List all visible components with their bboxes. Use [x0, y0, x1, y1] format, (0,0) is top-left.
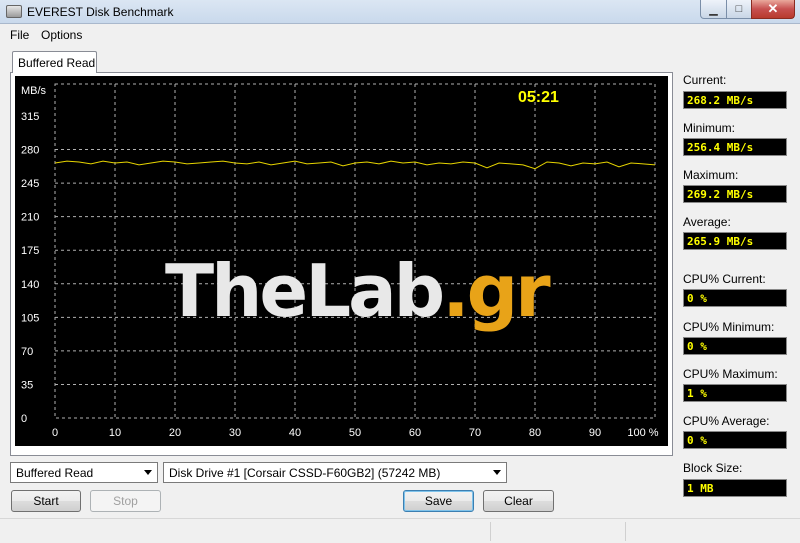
test-type-select[interactable]: Buffered Read — [10, 462, 158, 483]
minimize-button[interactable]: ▁ — [700, 0, 727, 19]
maximum-label: Maximum: — [683, 168, 739, 182]
y-tick-label: 105 — [21, 312, 39, 324]
y-tick-label: 210 — [21, 212, 39, 224]
y-tick-label: 70 — [21, 346, 33, 358]
x-tick-label: 60 — [409, 427, 421, 439]
x-tick-label: 50 — [349, 427, 361, 439]
cpu-average-label: CPU% Average: — [683, 414, 770, 428]
minimum-label: Minimum: — [683, 121, 736, 135]
current-value: 268.2 MB/s — [683, 91, 787, 109]
x-tick-label: 90 — [589, 427, 601, 439]
maximize-button[interactable]: □ — [726, 0, 752, 19]
average-label: Average: — [683, 215, 731, 229]
chart-svg: 0 10 20 30 40 50 60 70 80 90 100 % 315 280 245 210 175 1… — [21, 83, 659, 439]
menu-options[interactable]: Options — [41, 28, 82, 42]
y-tick-label: 35 — [21, 379, 33, 391]
x-tick-label: 0 — [52, 427, 58, 439]
stop-button[interactable]: Stop — [90, 490, 161, 512]
block-size-label: Block Size: — [683, 461, 743, 475]
status-separator — [625, 522, 626, 541]
tab-buffered-read[interactable]: Buffered Read — [12, 51, 97, 73]
start-button[interactable]: Start — [11, 490, 81, 512]
unit-label: MB/s — [21, 85, 47, 97]
x-tick-label: 20 — [169, 427, 181, 439]
menu-bar: File Options — [0, 25, 800, 44]
x-tick-label: 80 — [529, 427, 541, 439]
average-value: 265.9 MB/s — [683, 232, 787, 250]
x-tick-label: 40 — [289, 427, 301, 439]
x-tick-label: 10 — [109, 427, 121, 439]
benchmark-chart: 0 10 20 30 40 50 60 70 80 90 100 % 315 280 245 210 175 1… — [15, 76, 668, 446]
current-label: Current: — [683, 73, 727, 87]
status-separator — [490, 522, 491, 541]
maximize-icon: □ — [735, 3, 743, 15]
x-tick-label: 30 — [229, 427, 241, 439]
block-size-value: 1 MB — [683, 479, 787, 497]
status-bar — [0, 518, 800, 543]
chevron-down-icon — [144, 470, 152, 475]
y-tick-label: 140 — [21, 279, 39, 291]
test-type-value: Buffered Read — [16, 466, 94, 480]
cpu-current-value: 0 % — [683, 289, 787, 307]
y-tick-label: 245 — [21, 178, 39, 190]
maximum-value: 269.2 MB/s — [683, 185, 787, 203]
window-title: EVEREST Disk Benchmark — [27, 5, 174, 19]
cpu-maximum-value: 1 % — [683, 384, 787, 402]
drive-select[interactable]: Disk Drive #1 [Corsair CSSD-F60GB2] (572… — [163, 462, 507, 483]
cpu-current-label: CPU% Current: — [683, 272, 766, 286]
close-icon: ✕ — [767, 1, 779, 16]
y-tick-label: 280 — [21, 145, 39, 157]
close-button[interactable]: ✕ — [751, 0, 795, 19]
y-tick-label: 175 — [21, 245, 39, 257]
minimum-value: 256.4 MB/s — [683, 138, 787, 156]
title-bar: EVEREST Disk Benchmark ▁ □ ✕ — [0, 0, 800, 24]
x-tick-label: 100 % — [627, 427, 658, 439]
minimize-icon: ▁ — [709, 3, 718, 16]
cpu-minimum-value: 0 % — [683, 337, 787, 355]
x-tick-label: 70 — [469, 427, 481, 439]
chevron-down-icon — [493, 470, 501, 475]
watermark: TheLab.gr — [165, 249, 551, 333]
app-icon — [6, 5, 22, 18]
y-tick-label: 315 — [21, 111, 39, 123]
timer-label: 05:21 — [518, 89, 559, 106]
cpu-maximum-label: CPU% Maximum: — [683, 367, 778, 381]
drive-value: Disk Drive #1 [Corsair CSSD-F60GB2] (572… — [169, 466, 441, 480]
menu-file[interactable]: File — [10, 28, 29, 42]
clear-button[interactable]: Clear — [483, 490, 554, 512]
y-tick-label: 0 — [21, 413, 27, 425]
cpu-average-value: 0 % — [683, 431, 787, 449]
cpu-minimum-label: CPU% Minimum: — [683, 320, 775, 334]
save-button[interactable]: Save — [403, 490, 474, 512]
